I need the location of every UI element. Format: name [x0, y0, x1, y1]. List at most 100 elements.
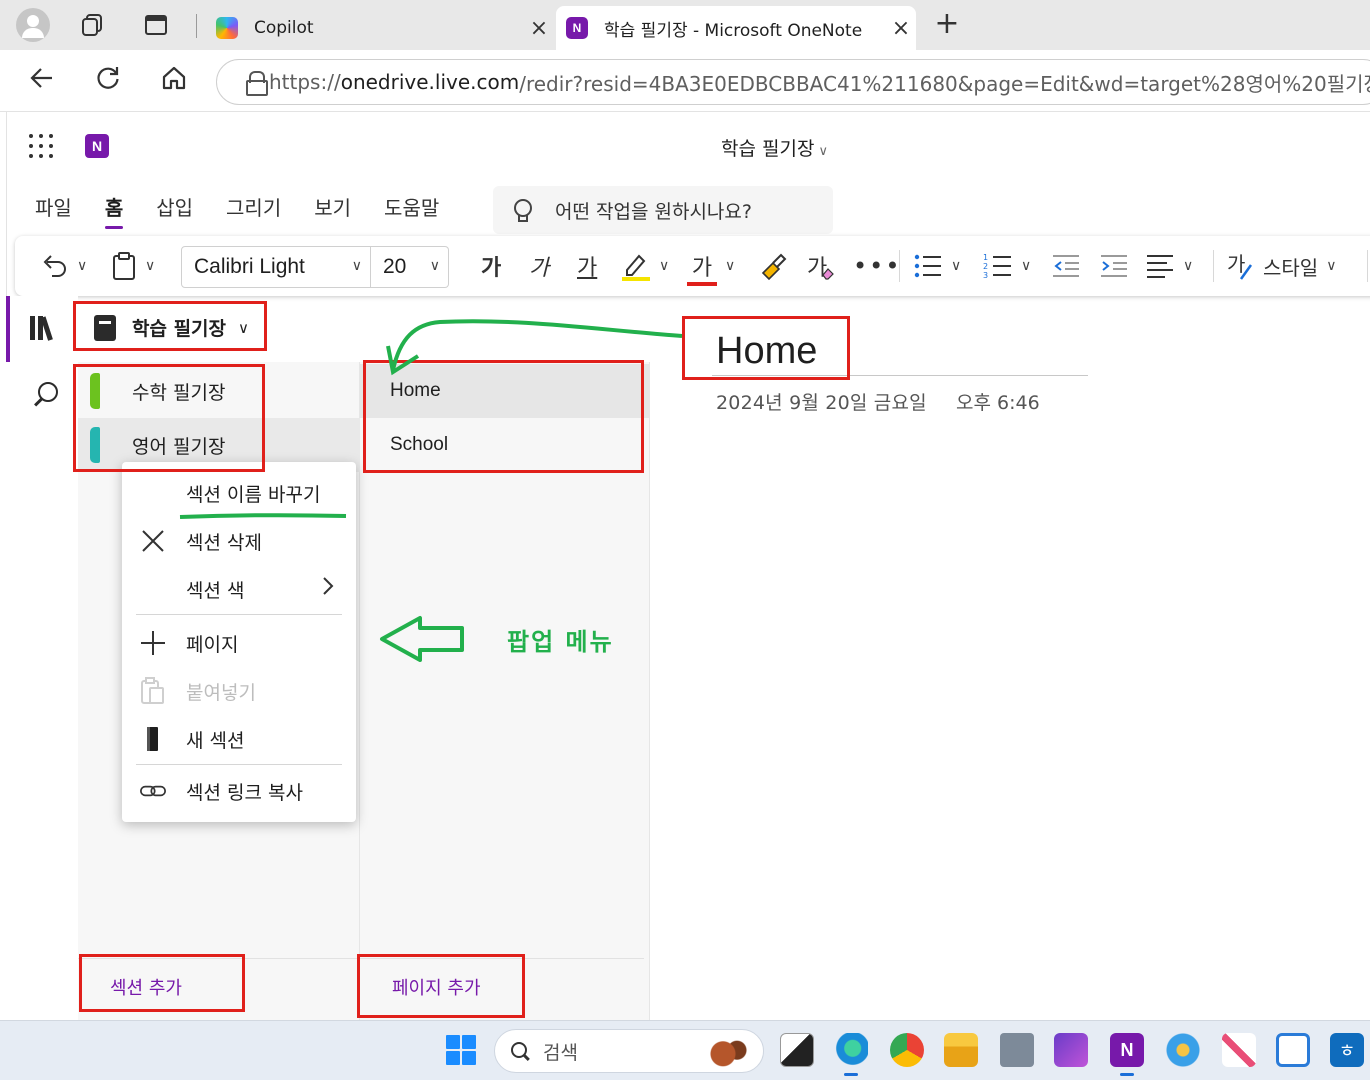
ribbon-separator	[1367, 250, 1368, 282]
font-color-button[interactable]: 가 ∨	[687, 244, 735, 288]
paste-icon	[140, 677, 166, 704]
tab-file[interactable]: 파일	[35, 192, 72, 229]
plus-icon	[140, 630, 166, 656]
menu-item-new-section[interactable]: 새 섹션	[122, 716, 356, 762]
font-color-glyph: 가	[691, 256, 713, 281]
styles-button[interactable]: 가 스타일 ∨	[1227, 244, 1336, 288]
rail-active-indicator	[6, 296, 10, 362]
undo-icon	[43, 255, 66, 277]
link-icon	[140, 778, 166, 804]
file-explorer-icon[interactable]	[944, 1033, 978, 1067]
decrease-indent-button[interactable]	[1051, 244, 1081, 288]
bold-button[interactable]: 가	[481, 244, 501, 288]
menu-separator	[136, 764, 342, 765]
tab-title: 학습 필기장 - Microsoft OneNote	[604, 20, 863, 41]
paint-icon[interactable]	[1166, 1033, 1200, 1067]
close-tab-icon[interactable]: ×	[524, 16, 554, 41]
tab-separator	[196, 14, 197, 38]
browser-tab-bar: Copilot × N 학습 필기장 - Microsoft OneNote ×…	[0, 0, 1370, 50]
menu-item-copy-section-link[interactable]: 섹션 링크 복사	[122, 768, 356, 814]
clipboard-icon	[113, 252, 135, 280]
menu-item-label: 섹션 링크 복사	[186, 781, 303, 804]
chevron-down-icon: ∨	[145, 258, 156, 274]
tab-onenote[interactable]: N 학습 필기장 - Microsoft OneNote ×	[556, 6, 916, 50]
start-button-icon[interactable]	[446, 1035, 476, 1065]
search-icon[interactable]	[30, 382, 58, 410]
chevron-down-icon: ∨	[951, 258, 962, 274]
windows-taskbar: 검색 N ㅎ	[0, 1020, 1370, 1080]
menu-item-section-color[interactable]: 섹션 색	[122, 566, 356, 612]
new-tab-button[interactable]: +	[930, 8, 964, 42]
tab-view[interactable]: 보기	[314, 192, 351, 229]
numbered-list-button[interactable]: 123 ∨	[983, 244, 1031, 288]
tab-insert[interactable]: 삽입	[156, 192, 193, 229]
undo-button[interactable]: ∨	[39, 244, 87, 288]
document-title[interactable]: 학습 필기장 ∨	[721, 134, 828, 161]
address-bar-row: https://onedrive.live.com/redir?resid=4B…	[0, 50, 1370, 112]
tab-copilot[interactable]: Copilot ×	[206, 6, 554, 50]
app-launcher-icon[interactable]	[29, 134, 53, 158]
chevron-down-icon: ∨	[725, 258, 736, 274]
profile-avatar-icon[interactable]	[16, 8, 50, 42]
edge-icon[interactable]	[834, 1033, 868, 1067]
window-app-icon[interactable]	[1276, 1033, 1310, 1067]
highlight-box-page-title	[682, 316, 850, 380]
section-context-menu: 섹션 이름 바꾸기 섹션 삭제 섹션 색 페이지 붙여넣기 새 섹션 섹션 링크…	[122, 462, 356, 822]
font-name-value: Calibri Light	[194, 255, 305, 278]
decrease-indent-icon	[1053, 255, 1079, 277]
home-icon[interactable]	[156, 64, 192, 98]
clipchamp-icon[interactable]	[1054, 1033, 1088, 1067]
hangul-app-icon[interactable]: ㅎ	[1330, 1033, 1364, 1067]
tell-me-search[interactable]: 어떤 작업을 원하시나요?	[493, 186, 833, 234]
tab-draw[interactable]: 그리기	[226, 192, 281, 229]
clear-formatting-button[interactable]: 가	[807, 244, 835, 288]
tab-title: Copilot	[254, 18, 314, 38]
font-size-dropdown[interactable]: 20 ∨	[371, 246, 449, 288]
chrome-icon[interactable]	[890, 1033, 924, 1067]
taskbar-search[interactable]: 검색	[494, 1029, 764, 1073]
chevron-down-icon: ∨	[1021, 258, 1032, 274]
tab-actions-icon[interactable]	[141, 10, 171, 40]
more-options-icon[interactable]: •••	[853, 244, 901, 288]
workspaces-icon[interactable]	[78, 10, 108, 40]
menu-item-label: 섹션 이름 바꾸기	[186, 483, 321, 506]
font-color-swatch	[687, 282, 717, 286]
home-ribbon-toolbar: ∨ ∨ Calibri Light ∨ 20 ∨ 가 가 가 ∨ 가 ∨ 가 •…	[15, 236, 1370, 296]
calculator-icon[interactable]	[1000, 1033, 1034, 1067]
highlight-button[interactable]: ∨	[621, 244, 669, 288]
onenote-taskbar-icon[interactable]: N	[1110, 1033, 1144, 1067]
back-icon[interactable]	[24, 64, 60, 98]
chevron-down-icon: ∨	[351, 257, 362, 273]
tab-home[interactable]: 홈	[104, 192, 124, 229]
ribbon-tabs: 파일 홈 삽입 그리기 보기 도움말	[35, 192, 472, 229]
menu-item-delete-section[interactable]: 섹션 삭제	[122, 518, 356, 564]
page-time: 오후 6:46	[956, 392, 1040, 414]
snipping-tool-icon[interactable]	[1222, 1033, 1256, 1067]
format-painter-button[interactable]	[759, 244, 789, 288]
align-button[interactable]: ∨	[1145, 244, 1193, 288]
font-name-dropdown[interactable]: Calibri Light ∨	[181, 246, 371, 288]
clipboard-button[interactable]: ∨	[111, 244, 155, 288]
italic-button[interactable]: 가	[529, 244, 549, 288]
refresh-icon[interactable]	[90, 64, 126, 98]
chevron-down-icon: ∨	[818, 144, 828, 159]
url-prefix: https://	[269, 70, 341, 94]
svg-text:2: 2	[983, 262, 988, 271]
menu-item-new-page[interactable]: 페이지	[122, 620, 356, 666]
notebooks-icon[interactable]	[30, 314, 60, 341]
task-view-icon[interactable]	[780, 1033, 814, 1067]
close-tab-icon[interactable]: ×	[886, 16, 916, 41]
url-field[interactable]: https://onedrive.live.com/redir?resid=4B…	[216, 59, 1370, 105]
increase-indent-button[interactable]	[1099, 244, 1129, 288]
chevron-down-icon: ∨	[1183, 258, 1194, 274]
close-icon	[140, 528, 166, 554]
tab-help[interactable]: 도움말	[384, 192, 439, 229]
align-left-icon	[1147, 255, 1173, 278]
eraser-icon	[822, 268, 835, 280]
page-date: 2024년 9월 20일 금요일	[716, 392, 927, 414]
menu-item-rename-section[interactable]: 섹션 이름 바꾸기	[122, 470, 356, 516]
bullet-list-button[interactable]: ∨	[913, 244, 961, 288]
search-icon	[511, 1042, 529, 1060]
underline-button[interactable]: 가	[577, 244, 597, 288]
onenote-logo-icon[interactable]: N	[85, 134, 113, 158]
